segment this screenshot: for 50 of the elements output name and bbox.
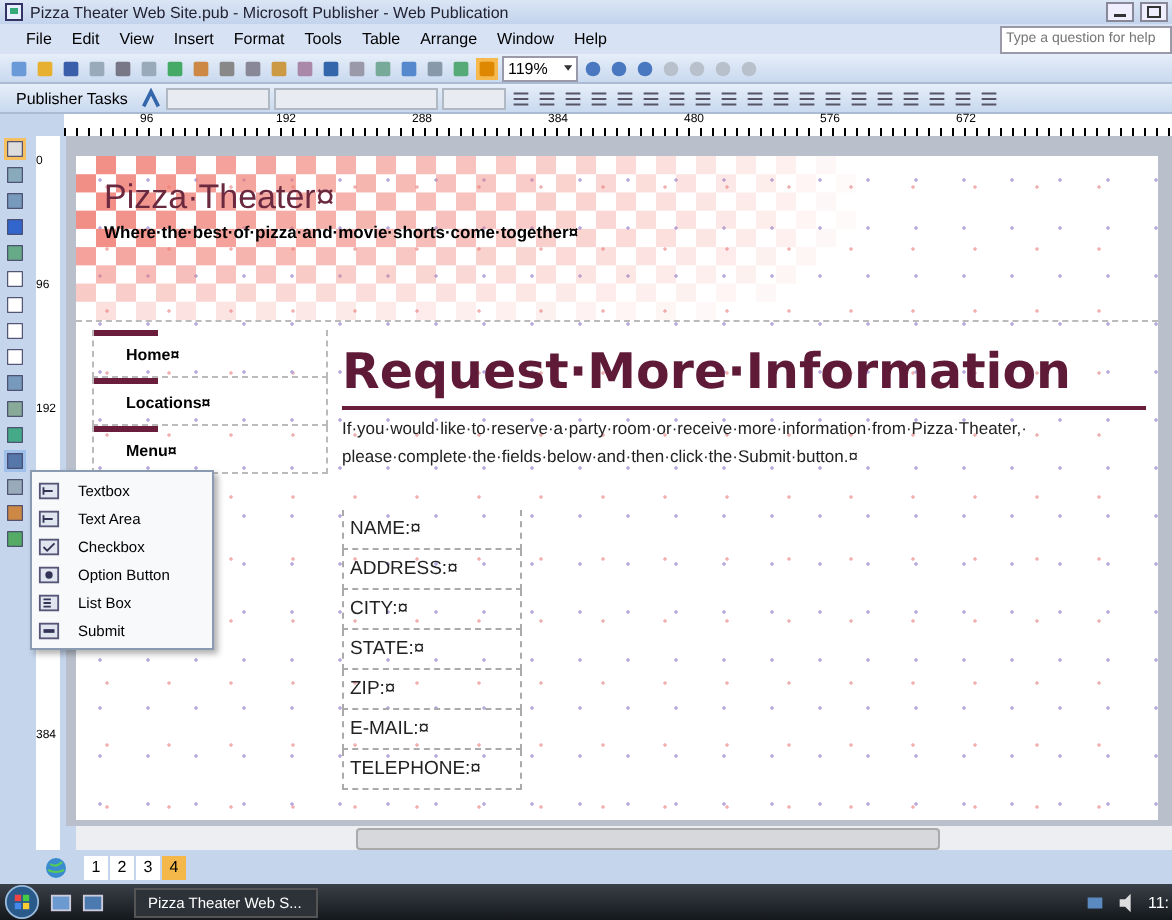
page-tab[interactable]: 2 bbox=[110, 855, 134, 879]
window-title: Pizza Theater Web Site.pub - Microsoft Publisher - Web Publication bbox=[30, 3, 509, 21]
menu-item[interactable]: Arrange bbox=[410, 30, 488, 48]
menu-item[interactable]: View bbox=[109, 30, 164, 48]
form-label: NAME:¤ bbox=[342, 510, 522, 550]
menu-item[interactable]: Help bbox=[563, 30, 617, 48]
textbox-icon bbox=[38, 479, 60, 501]
page-tab[interactable]: 4 bbox=[162, 855, 186, 879]
menu-item[interactable]: Table bbox=[351, 30, 411, 48]
start-button[interactable] bbox=[4, 884, 40, 920]
zoom-field[interactable]: 119% bbox=[502, 55, 578, 81]
menu-item[interactable]: Format bbox=[223, 30, 295, 48]
submit-button-icon bbox=[38, 619, 60, 641]
styles-icon[interactable] bbox=[139, 87, 162, 109]
list-box-icon bbox=[38, 591, 60, 613]
nav-link[interactable]: Home¤ bbox=[126, 346, 180, 364]
nav-bar bbox=[94, 378, 158, 384]
horizontal-scrollbar[interactable] bbox=[76, 826, 1172, 850]
page-tab[interactable]: 3 bbox=[136, 855, 160, 879]
form-label: CITY:¤ bbox=[342, 590, 522, 630]
site-tagline: Where·the·best·of·pizza·and·movie·shorts·come·together¤ bbox=[104, 222, 581, 242]
nav-link[interactable]: Locations¤ bbox=[126, 394, 211, 412]
nav-bar bbox=[94, 330, 158, 336]
maximize-icon bbox=[1144, 6, 1164, 18]
publisher-tasks-button[interactable]: Publisher Tasks bbox=[8, 89, 136, 107]
menu-item[interactable]: File bbox=[16, 30, 62, 48]
dropdown-arrow-icon bbox=[563, 64, 572, 72]
form-label: TELEPHONE:¤ bbox=[342, 750, 522, 790]
option-button-icon bbox=[38, 563, 60, 585]
menu-item[interactable]: Window bbox=[487, 30, 564, 48]
checkbox-icon bbox=[38, 535, 60, 557]
app-icon bbox=[4, 2, 24, 22]
menu-item[interactable]: Tools bbox=[294, 30, 352, 48]
form-label: STATE:¤ bbox=[342, 630, 522, 670]
intro-paragraph: If·you·would·like·to·reserve·a·party·room·or·receive·more·information·from·Pizza·Theater,· please·complete·the·fields·below·and·then·click·the·Submit·button.¤ bbox=[342, 416, 1029, 470]
form-label: ZIP:¤ bbox=[342, 670, 522, 710]
form-label: E-MAIL:¤ bbox=[342, 710, 522, 750]
clock: 11: bbox=[1148, 893, 1172, 911]
maximize-button[interactable] bbox=[1140, 2, 1168, 22]
nav-link[interactable]: Menu¤ bbox=[126, 442, 177, 460]
page-heading: Request·More·Information bbox=[342, 342, 1073, 402]
site-title: Pizza·Theater¤ bbox=[104, 176, 337, 220]
menu-item[interactable]: Edit bbox=[61, 30, 110, 48]
form-label: ADDRESS:¤ bbox=[342, 550, 522, 590]
minimize-button[interactable] bbox=[1106, 2, 1134, 22]
menu-item[interactable]: Insert bbox=[163, 30, 224, 48]
text-area-icon bbox=[38, 507, 60, 529]
scroll-thumb[interactable] bbox=[356, 827, 940, 849]
nav-bar bbox=[94, 426, 158, 432]
page-tab[interactable]: 1 bbox=[84, 855, 108, 879]
